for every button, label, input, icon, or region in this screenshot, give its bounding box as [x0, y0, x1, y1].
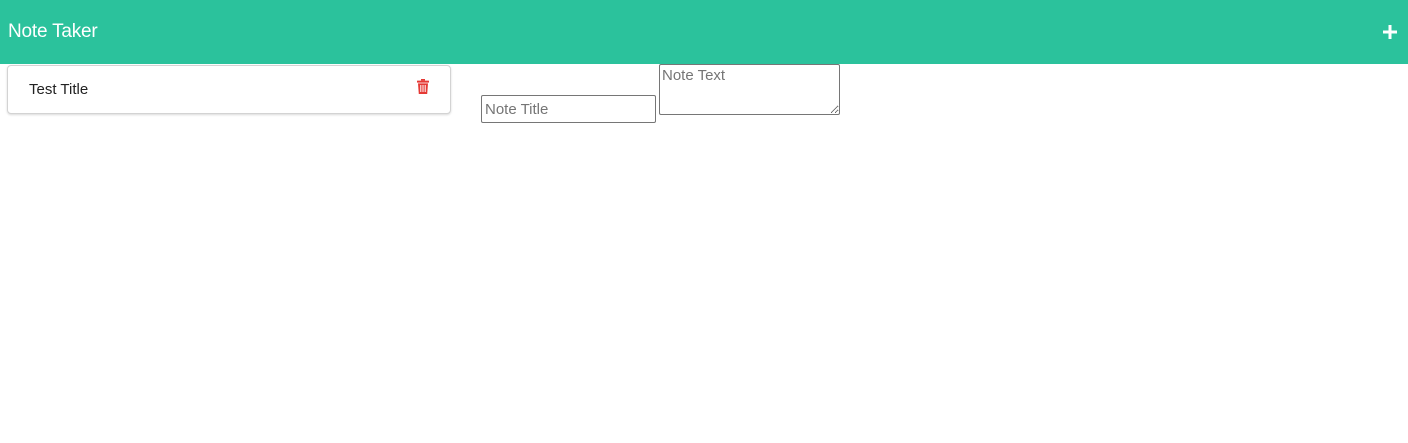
note-title-input[interactable] [481, 95, 656, 123]
navbar: Note Taker [0, 0, 1408, 64]
trash-icon[interactable] [416, 78, 430, 95]
brand-title[interactable]: Note Taker [8, 21, 98, 43]
note-text-textarea[interactable] [659, 64, 840, 115]
note-item-title: Test Title [29, 81, 89, 98]
note-list: Test Title [7, 65, 451, 114]
list-item[interactable]: Test Title [7, 65, 451, 114]
plus-icon[interactable] [1381, 23, 1399, 41]
